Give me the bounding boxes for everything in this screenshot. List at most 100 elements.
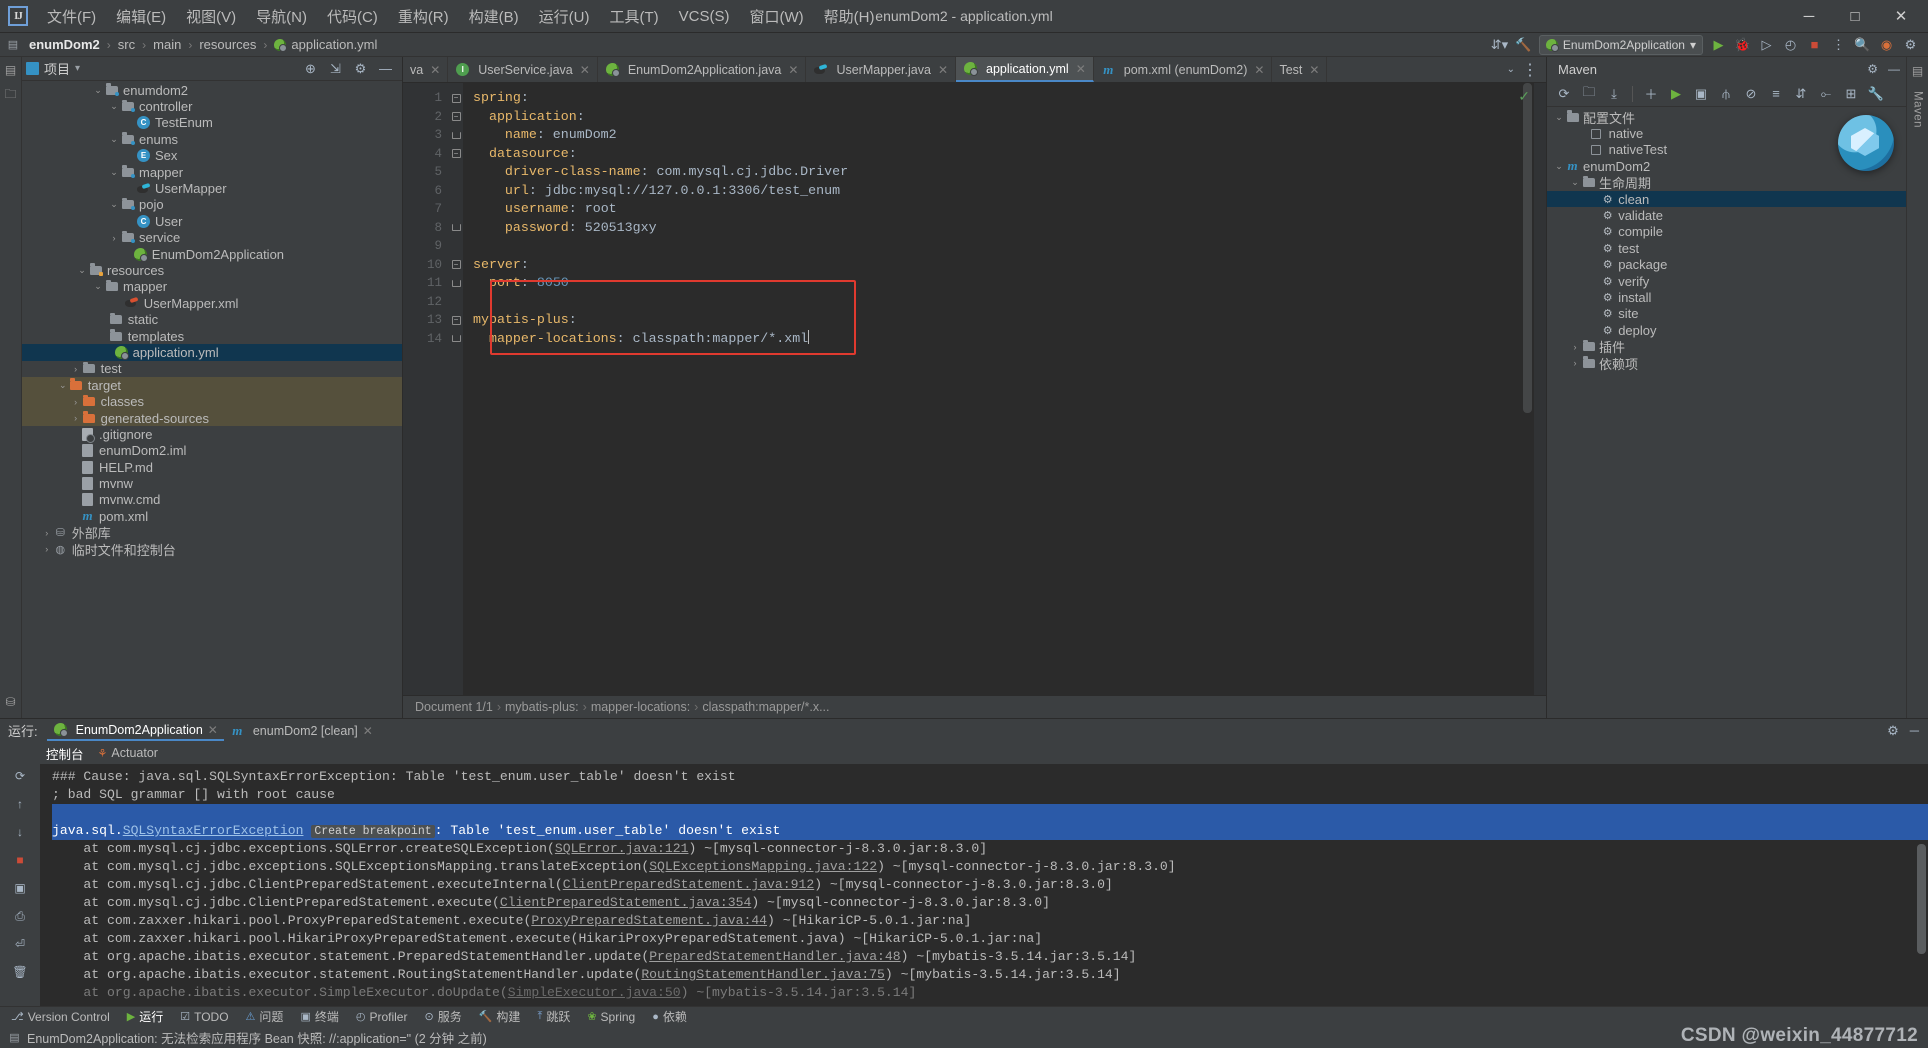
project-tree-row[interactable]: ⌄ enumdom2 (22, 82, 402, 98)
fold-box[interactable]: − (451, 315, 461, 325)
print-icon[interactable]: ⎙ (12, 908, 28, 924)
tab-close-icon[interactable]: ✕ (938, 63, 948, 77)
fold-end-box[interactable] (451, 131, 461, 139)
stack-frame-link[interactable]: PreparedStatementHandler.java:48 (649, 949, 900, 964)
fold-end-icon[interactable] (449, 126, 463, 145)
add-icon[interactable]: ＋ (1640, 83, 1662, 105)
bookmarks-tool-icon[interactable]: 🗀 (3, 87, 19, 103)
chevron-down-icon[interactable]: ⌄ (1569, 177, 1581, 188)
rerun-icon[interactable]: ⟳ (12, 768, 28, 784)
maven-tree-row[interactable]: ⚙ package (1547, 257, 1906, 273)
project-tree-row[interactable]: ⌄ enums (22, 131, 402, 147)
project-tree-row[interactable]: › service (22, 230, 402, 246)
project-tree-row[interactable]: m pom.xml (22, 508, 402, 524)
collapse-maven-icon[interactable]: ≡ (1765, 83, 1787, 105)
stack-frame-link[interactable]: ProxyPreparedStatement.java:44 (531, 913, 767, 928)
code-line[interactable]: port: 8050 (473, 274, 1546, 293)
code-line[interactable]: username: root (473, 200, 1546, 219)
breadcrumb-item-3[interactable]: resources (196, 37, 259, 52)
fold-collapse-icon[interactable]: − (449, 256, 463, 275)
ai-assistant-blob-icon[interactable] (1838, 115, 1894, 171)
structure-tool-icon[interactable]: ⛁ (3, 694, 19, 710)
create-breakpoint-badge[interactable]: Create breakpoint (311, 825, 435, 838)
toggle-offline-icon[interactable]: ⊘ (1740, 83, 1762, 105)
chevron-right-icon[interactable]: › (108, 233, 120, 243)
add-maven-project-icon[interactable]: 🗀 (1578, 83, 1600, 105)
chevron-down-icon[interactable]: ⌄ (92, 85, 104, 96)
chevron-right-icon[interactable]: › (70, 364, 82, 374)
more-icon[interactable]: ⋮ (1830, 36, 1847, 53)
code-line[interactable] (473, 237, 1546, 256)
menu-item-code[interactable]: 代码(C) (318, 2, 387, 31)
status-bar-item-todo[interactable]: ☑ TODO (173, 1008, 235, 1026)
tab-close-icon[interactable]: ✕ (1076, 62, 1086, 76)
code-line[interactable]: driver-class-name: com.mysql.cj.jdbc.Dri… (473, 163, 1546, 182)
stack-frame-link[interactable]: ClientPreparedStatement.java:354 (500, 895, 751, 910)
chevron-down-icon[interactable]: ⌄ (108, 134, 120, 145)
project-tree-row[interactable]: .gitignore (22, 426, 402, 443)
coverage-icon[interactable]: ▷ (1758, 36, 1775, 53)
project-tree-row[interactable]: EnumDom2Application (22, 246, 402, 262)
menu-item-tools[interactable]: 工具(T) (600, 2, 667, 31)
updates-icon[interactable]: ⇵▾ (1491, 36, 1508, 53)
maven-tree[interactable]: ⌄ 配置文件 native nativeTest ⌄ m enumDom2 ⌄ 生命周期 ⚙ cle… (1547, 107, 1906, 718)
editor-tab-0[interactable]: va ✕ (403, 57, 449, 82)
menu-item-window[interactable]: 窗口(W) (740, 2, 812, 31)
stop-icon[interactable]: ■ (1806, 36, 1823, 53)
project-tree-row[interactable]: enumDom2.iml (22, 443, 402, 459)
breadcrumb-item-0[interactable]: enumDom2 (26, 37, 103, 52)
fold-collapse-icon[interactable]: − (449, 108, 463, 127)
chevron-right-icon[interactable]: › (41, 544, 53, 554)
run-maven-icon[interactable]: ▶ (1665, 83, 1687, 105)
project-tree-row[interactable]: templates (22, 328, 402, 344)
run-minimize-icon[interactable]: ─ (1910, 723, 1919, 739)
maven-settings-icon[interactable]: 🔧 (1865, 83, 1887, 105)
clear-all-icon[interactable]: 🗑 (12, 964, 28, 980)
fold-end-box[interactable] (451, 279, 461, 287)
project-tree-row[interactable]: C User (22, 213, 402, 229)
project-tree-row[interactable]: › ⛁ 外部库 (22, 525, 402, 541)
project-tree-row[interactable]: ⌄ controller (22, 98, 402, 114)
project-tree-row[interactable]: › generated-sources (22, 409, 402, 427)
project-tree-row[interactable]: › classes (22, 393, 402, 410)
fold-collapse-icon[interactable]: − (449, 311, 463, 330)
menu-item-edit[interactable]: 编辑(E) (107, 2, 175, 31)
tab-close-icon[interactable]: ✕ (430, 63, 440, 77)
run-tabs[interactable]: EnumDom2Application ✕ m enumDom2 [clean] ✕ (46, 720, 379, 741)
soft-wrap-icon[interactable]: ⏎ (12, 936, 28, 952)
account-icon[interactable]: ◉ (1878, 36, 1895, 53)
maven-tree-row[interactable]: ⌄ 生命周期 (1547, 175, 1906, 191)
show-dependencies-icon[interactable]: ⟜ (1815, 83, 1837, 105)
code-folding-column[interactable]: − − − − − (449, 83, 463, 695)
project-tree-row[interactable]: application.yml (22, 344, 402, 361)
project-tree-row[interactable]: ⌄ pojo (22, 197, 402, 213)
chevron-down-icon[interactable]: ⌄ (57, 380, 69, 391)
breadcrumb-item-1[interactable]: src (115, 37, 138, 52)
exception-link[interactable]: SQLSyntaxErrorException (123, 823, 304, 838)
status-bar-item-spring[interactable]: ❀ Spring (580, 1008, 642, 1026)
search-icon[interactable]: 🔍 (1854, 36, 1871, 53)
tool-window-status-bar[interactable]: ⎇ Version Control ▶ 运行 ☑ TODO ⚠ 问题 ▣ 终端 ◴ Profiler ⊙… (0, 1006, 1928, 1026)
run-tab-close-icon[interactable]: ✕ (208, 723, 218, 737)
code-line[interactable]: url: jdbc:mysql://127.0.0.1:3306/test_en… (473, 182, 1546, 201)
status-bar-item-jump[interactable]: ⤒ 跳跃 (530, 1008, 577, 1026)
fold-box[interactable]: − (451, 93, 461, 103)
scroll-down-icon[interactable]: ↓ (12, 824, 28, 840)
fold-collapse-icon[interactable]: − (449, 145, 463, 164)
menu-item-file[interactable]: 文件(F) (38, 2, 105, 31)
fold-box[interactable]: − (451, 112, 461, 122)
code-line[interactable]: password: 520513gxy (473, 219, 1546, 238)
project-tree-row[interactable]: UserMapper.xml (22, 295, 402, 311)
maven-tree-row[interactable]: ⚙ verify (1547, 273, 1906, 289)
editor-tab-1[interactable]: I UserService.java ✕ (448, 57, 598, 82)
editor-tab-3[interactable]: UserMapper.java ✕ (806, 57, 956, 82)
breadcrumb-item-4[interactable]: application.yml (271, 37, 380, 52)
maven-side-tab[interactable]: Maven (1912, 91, 1924, 128)
yaml-crumb-1[interactable]: mybatis-plus: (505, 700, 579, 714)
menu-item-refactor[interactable]: 重构(R) (389, 2, 458, 31)
download-sources-icon[interactable]: ⤓ (1603, 83, 1625, 105)
maven-tree-row[interactable]: › 依赖项 (1547, 355, 1906, 372)
run-settings-icon[interactable]: ⚙ (1887, 723, 1899, 739)
debug-icon[interactable]: 🐞 (1734, 36, 1751, 53)
screenshot-icon[interactable]: ▣ (12, 880, 28, 896)
